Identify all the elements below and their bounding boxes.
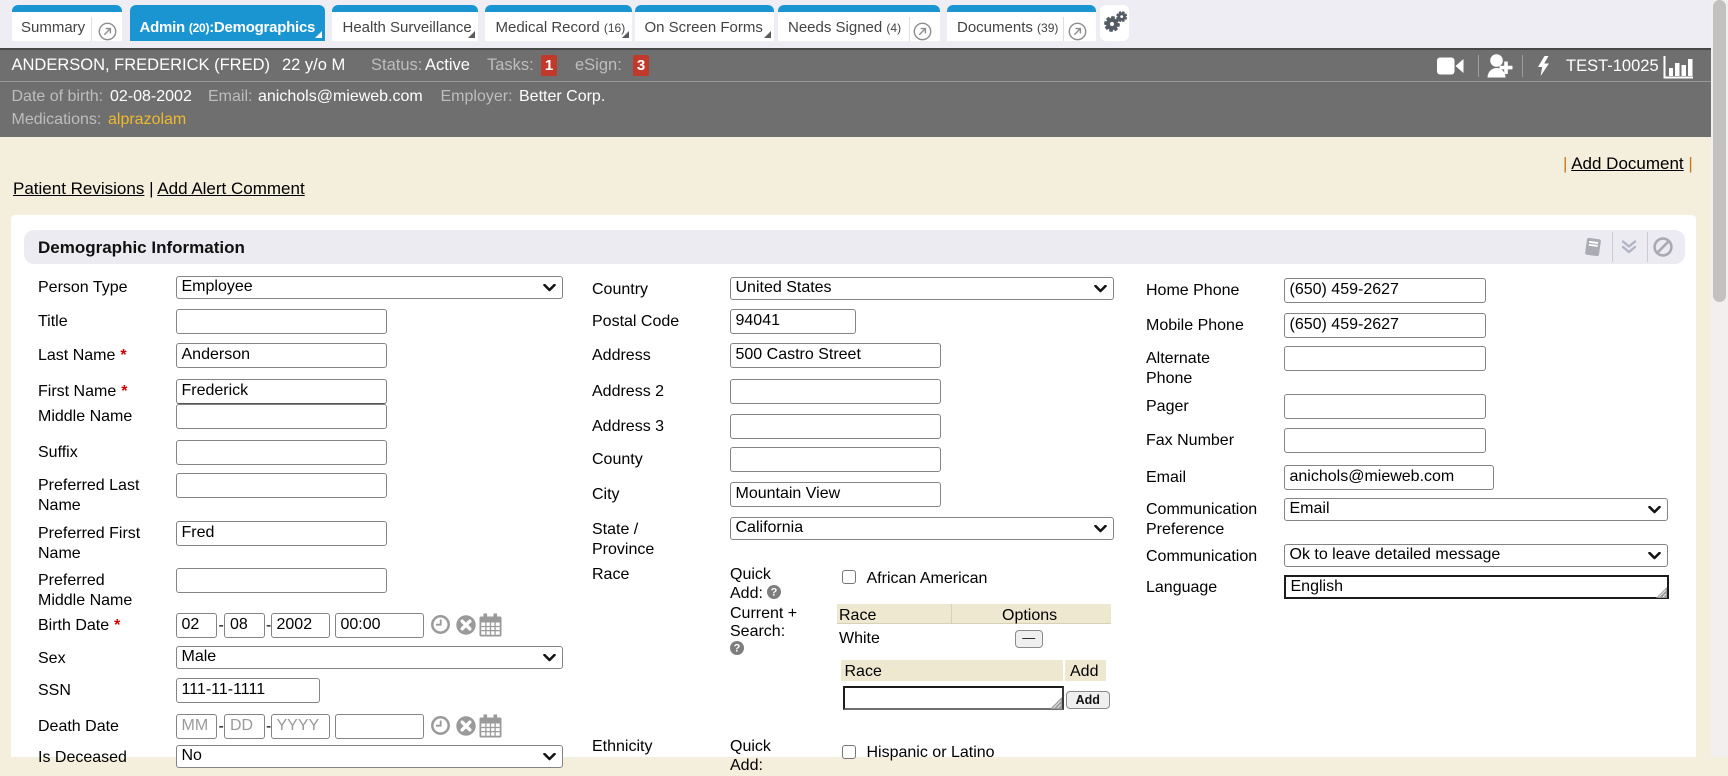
svg-text:?: ? bbox=[771, 586, 778, 598]
svg-text:?: ? bbox=[733, 643, 740, 655]
